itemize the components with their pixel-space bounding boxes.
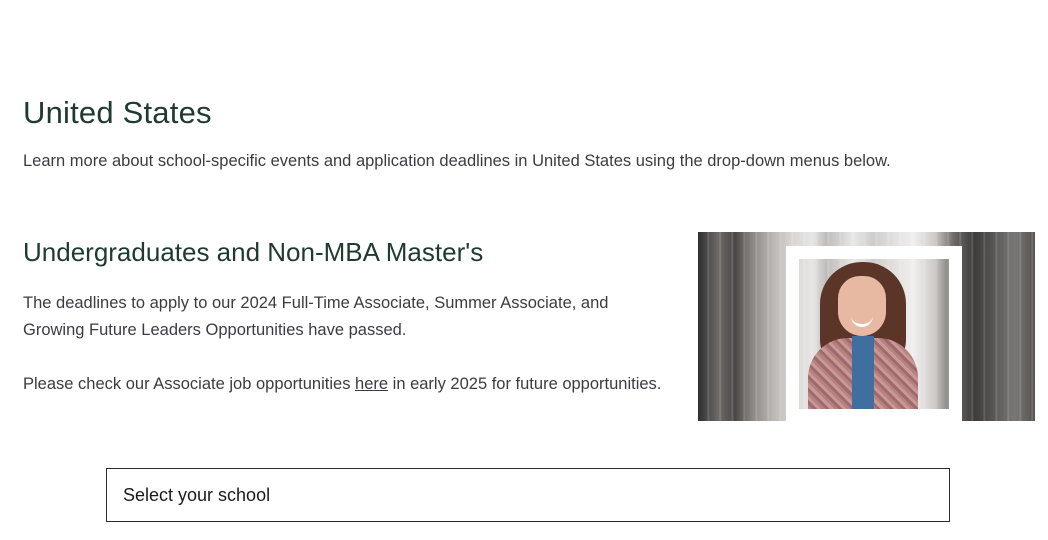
page: United States Learn more about school-sp… xyxy=(0,0,1048,540)
section-title: Undergraduates and Non-MBA Master's xyxy=(23,237,484,267)
region-title: United States xyxy=(23,95,212,130)
opportunities-text-after: in early 2025 for future opportunities. xyxy=(388,375,662,393)
region-intro: Learn more about school-specific events … xyxy=(23,152,891,170)
here-link[interactable]: here xyxy=(355,375,388,393)
deadline-paragraph: The deadlines to apply to our 2024 Full-… xyxy=(23,294,609,339)
opportunities-text-before: Please check our Associate job opportuni… xyxy=(23,375,356,393)
photo-frame xyxy=(786,246,962,421)
opportunities-paragraph: Please check our Associate job opportuni… xyxy=(23,371,673,398)
associate-photo xyxy=(698,232,1035,421)
school-select[interactable]: Select your school xyxy=(106,468,950,522)
school-select-label: Select your school xyxy=(123,484,271,505)
